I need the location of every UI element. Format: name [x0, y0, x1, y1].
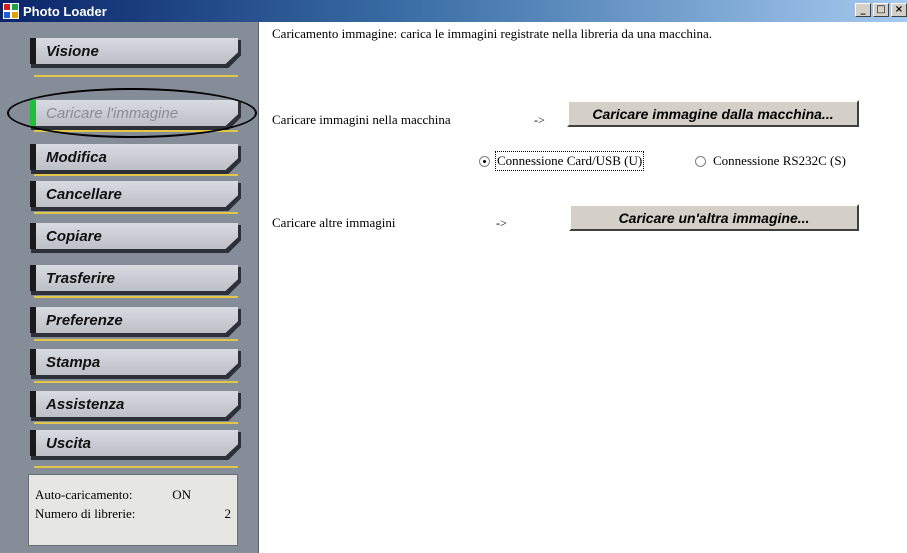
- app-icon: [3, 3, 19, 19]
- arrow-1: ->: [534, 113, 545, 127]
- sidebar-item-label: Trasferire: [46, 269, 115, 287]
- separator: [34, 296, 238, 298]
- sidebar-item-label: Cancellare: [46, 185, 122, 203]
- sidebar-item-label: Assistenza: [46, 395, 125, 413]
- sidebar-item-trasferire[interactable]: Trasferire: [30, 265, 238, 291]
- maximize-button[interactable]: □: [873, 3, 889, 17]
- page-description: Caricamento immagine: carica le immagini…: [272, 26, 713, 41]
- minimize-button[interactable]: _: [855, 3, 871, 17]
- radio-rs232c[interactable]: [695, 155, 706, 167]
- load-other-image-button[interactable]: Caricare un'altra immagine...: [569, 204, 859, 231]
- separator: [34, 422, 238, 424]
- close-button[interactable]: ×: [891, 3, 907, 17]
- sidebar-item-label: Stampa: [46, 353, 101, 371]
- arrow-2: ->: [496, 216, 507, 230]
- separator: [34, 174, 238, 176]
- sidebar-item-stampa[interactable]: Stampa: [30, 349, 238, 375]
- libraries-value: 2: [224, 506, 232, 521]
- status-panel: Auto-caricamento: ON Numero di librerie:…: [28, 474, 238, 546]
- load-from-camera-button[interactable]: Caricare immagine dalla macchina...: [567, 100, 859, 127]
- sidebar-item-label: Modifica: [46, 148, 107, 166]
- title-bar: Photo Loader _ □ ×: [0, 0, 907, 22]
- load-camera-label: Caricare immagini nella macchina: [272, 112, 451, 127]
- auto-load-value: ON: [172, 487, 191, 502]
- sidebar-item-cancellare[interactable]: Cancellare: [30, 181, 238, 207]
- connection-rs232c-option[interactable]: Connessione RS232C (S): [695, 153, 846, 169]
- separator: [34, 212, 238, 214]
- sidebar-item-label: Preferenze: [46, 311, 123, 329]
- sidebar-item-preferenze[interactable]: Preferenze: [30, 307, 238, 333]
- window-title: Photo Loader: [23, 3, 107, 19]
- sidebar-item-modifica[interactable]: Modifica: [30, 144, 238, 170]
- radio-card-usb[interactable]: [479, 155, 490, 167]
- sidebar-item-label: Copiare: [46, 227, 102, 245]
- sidebar-item-label: Visione: [46, 42, 99, 60]
- connection-card-usb-label: Connessione Card/USB (U): [494, 151, 645, 171]
- sidebar-item-visione[interactable]: Visione: [30, 38, 238, 64]
- connection-card-usb-option[interactable]: Connessione Card/USB (U): [479, 151, 645, 171]
- load-other-label: Caricare altre immagini: [272, 215, 396, 230]
- libraries-label: Numero di librerie:: [35, 506, 136, 521]
- separator: [34, 381, 238, 383]
- sidebar-item-uscita[interactable]: Uscita: [30, 430, 238, 456]
- window-controls: _ □ ×: [853, 3, 907, 17]
- main-panel: Caricamento immagine: carica le immagini…: [259, 22, 907, 553]
- highlight-ellipse: [7, 88, 257, 138]
- separator: [34, 75, 238, 77]
- auto-load-label: Auto-caricamento:: [35, 487, 133, 502]
- connection-rs232c-label: Connessione RS232C (S): [713, 153, 846, 168]
- separator: [34, 466, 238, 468]
- sidebar-item-assistenza[interactable]: Assistenza: [30, 391, 238, 417]
- sidebar-item-label: Uscita: [46, 434, 92, 452]
- sidebar-item-copiare[interactable]: Copiare: [30, 223, 238, 249]
- separator: [34, 339, 238, 341]
